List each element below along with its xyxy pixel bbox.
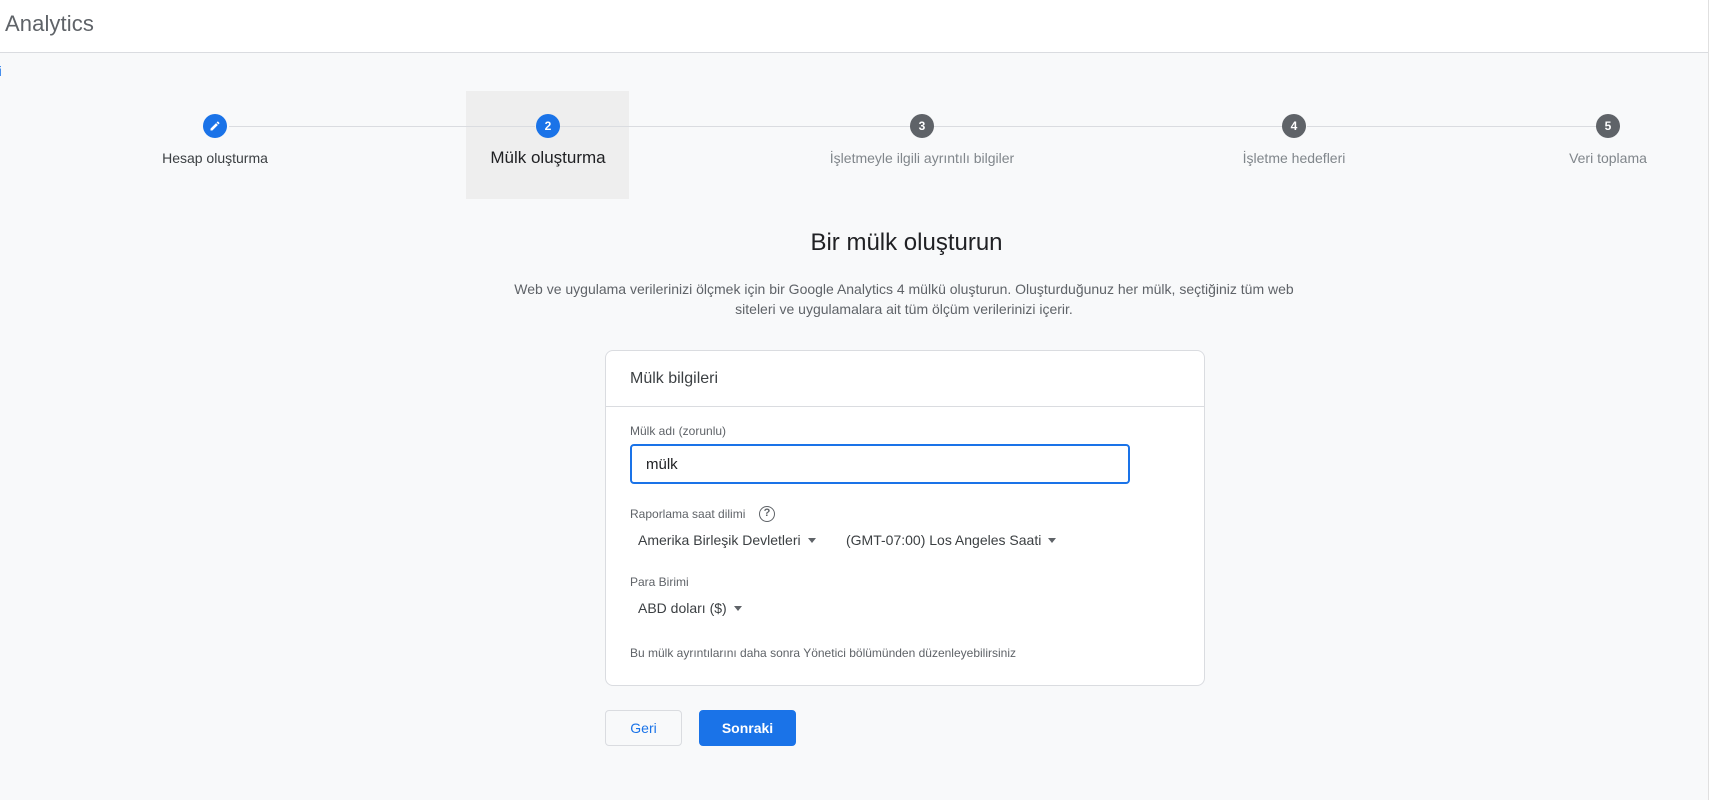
step-3-circle: 3	[910, 114, 934, 138]
step-2[interactable]: 2 Mülk oluşturma	[398, 114, 698, 168]
next-button[interactable]: Sonraki	[699, 710, 796, 746]
step-5-circle: 5	[1596, 114, 1620, 138]
chevron-down-icon	[807, 538, 816, 543]
timezone-country-value: Amerika Birleşik Devletleri	[638, 532, 801, 548]
step-2-circle: 2	[536, 114, 560, 138]
help-circle-icon[interactable]: ?	[759, 506, 775, 522]
step-4[interactable]: 4 İşletme hedefleri	[1144, 114, 1444, 166]
card-title: Mülk bilgileri	[630, 369, 719, 387]
step-4-label: İşletme hedefleri	[1242, 150, 1346, 166]
chevron-down-icon	[1048, 538, 1057, 543]
step-5[interactable]: 5 Veri toplama	[1458, 114, 1709, 166]
property-details-card: Mülk bilgileri Mülk adı (zorunlu) Raporl…	[605, 350, 1205, 686]
top-app-bar: Analytics	[0, 0, 1709, 53]
breadcrumb-back-link[interactable]: ri	[0, 63, 2, 79]
currency-value: ABD doları ($)	[638, 600, 727, 616]
app-title: Analytics	[5, 11, 94, 36]
step-4-circle: 4	[1282, 114, 1306, 138]
page-title: Bir mülk oluşturun	[810, 229, 1003, 256]
setup-stepper: Hesap oluşturma 2 Mülk oluşturma 3 İşlet…	[0, 90, 1709, 200]
page-description: Web ve uygulama verilerinizi ölçmek için…	[514, 281, 1294, 317]
property-name-label: Mülk adı (zorunlu)	[630, 424, 727, 438]
currency-label: Para Birimi	[630, 575, 689, 589]
step-3-label: İşletmeyle ilgili ayrıntılı bilgiler	[829, 150, 1015, 166]
timezone-zone-value: (GMT-07:00) Los Angeles Saati	[846, 532, 1042, 548]
edit-later-note: Bu mülk ayrıntılarını daha sonra Yönetic…	[630, 646, 1016, 660]
card-header: Mülk bilgileri	[606, 351, 1204, 407]
step-2-label: Mülk oluşturma	[490, 148, 606, 167]
property-name-input[interactable]	[630, 444, 1130, 484]
back-button[interactable]: Geri	[605, 710, 682, 746]
timezone-label: Raporlama saat dilimi	[630, 507, 746, 521]
pencil-icon	[210, 121, 220, 131]
step-1-circle	[203, 114, 227, 138]
step-1-label: Hesap oluşturma	[162, 150, 268, 166]
step-1[interactable]: Hesap oluşturma	[65, 114, 365, 166]
timezone-zone-select[interactable]: (GMT-07:00) Los Angeles Saati	[846, 532, 1057, 548]
step-3[interactable]: 3 İşletmeyle ilgili ayrıntılı bilgiler	[772, 114, 1072, 166]
chevron-down-icon	[733, 606, 742, 611]
step-5-label: Veri toplama	[1569, 150, 1647, 166]
timezone-country-select[interactable]: Amerika Birleşik Devletleri	[638, 532, 816, 548]
currency-select[interactable]: ABD doları ($)	[638, 600, 742, 616]
